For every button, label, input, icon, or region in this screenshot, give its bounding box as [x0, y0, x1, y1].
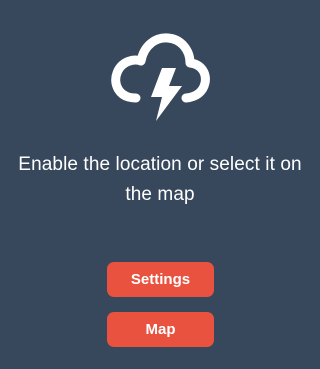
cloud-lightning-icon: [111, 33, 210, 121]
map-button[interactable]: Map: [107, 312, 214, 347]
location-message: Enable the location or select it on the …: [18, 154, 302, 205]
settings-button[interactable]: Settings: [107, 262, 214, 297]
location-required-screen: Enable the location or select it on the …: [0, 0, 320, 369]
